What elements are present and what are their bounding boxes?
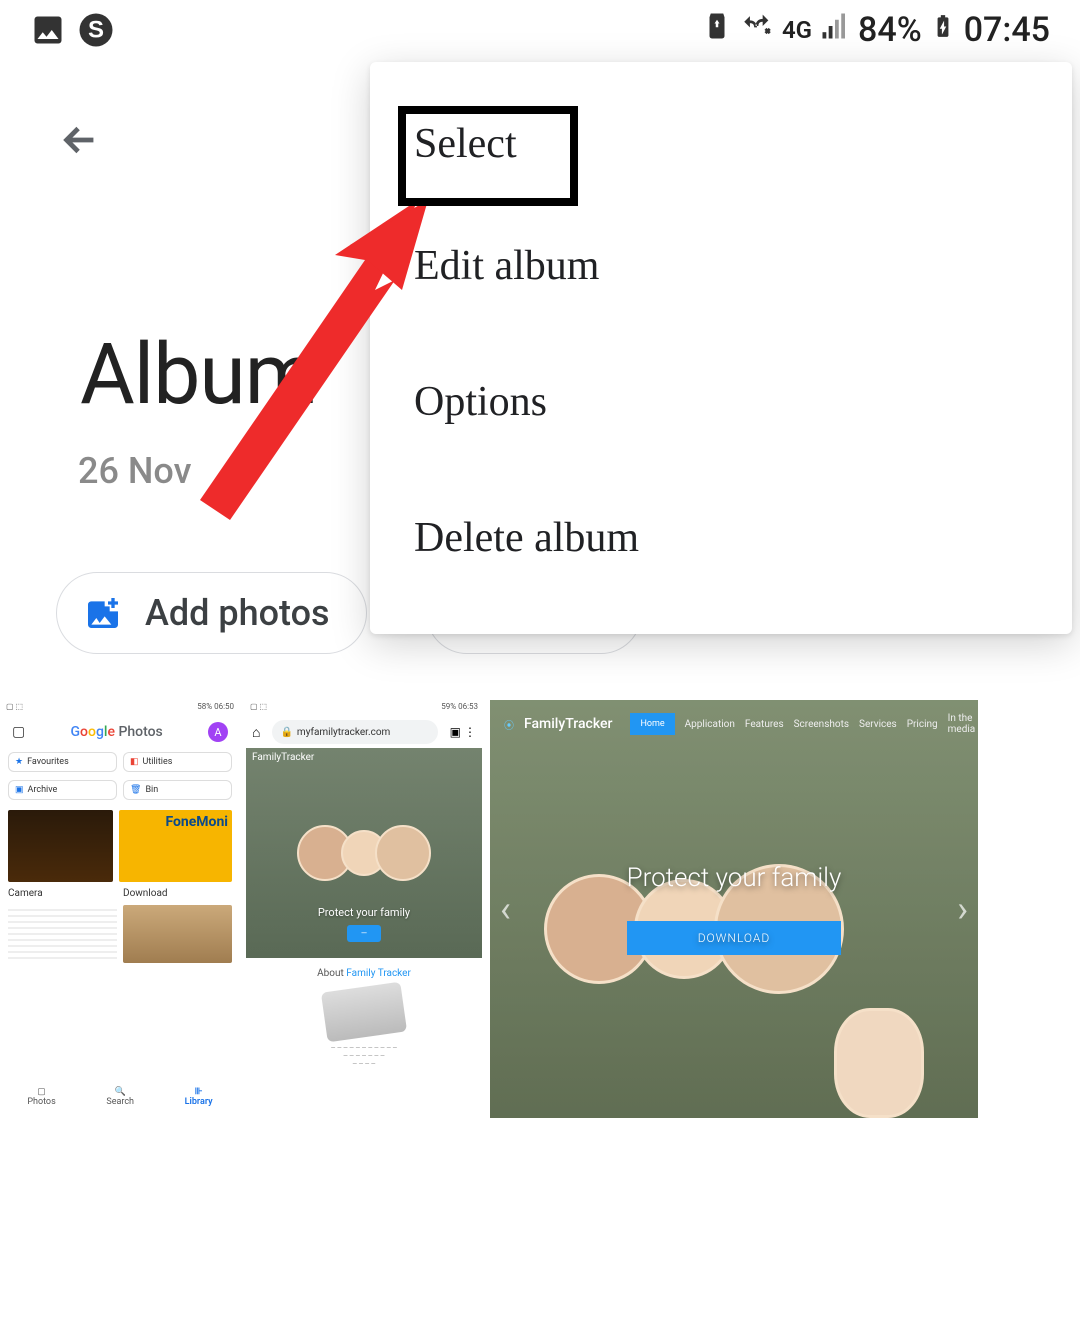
overflow-menu: Select Edit album Options Delete album	[370, 62, 1072, 634]
skype-icon: S	[78, 12, 114, 48]
battery-charging-icon	[930, 10, 956, 50]
add-photo-icon	[83, 593, 123, 633]
vibrate-icon	[740, 9, 774, 52]
status-left: S	[30, 12, 114, 48]
status-right: 4G 84% 07:45	[702, 9, 1050, 52]
t1-status-right: 58% 06:50	[197, 702, 234, 714]
recycle-icon	[702, 10, 732, 50]
network-type: 4G	[782, 16, 812, 44]
status-bar: S 4G 84% 07:45	[0, 0, 1080, 60]
t1-avatar: A	[208, 722, 228, 742]
signal-icon	[820, 10, 850, 50]
gallery-icon	[30, 12, 66, 48]
menu-item-delete-album[interactable]: Delete album	[370, 470, 1072, 606]
t1-brand: Google Photos	[70, 724, 162, 740]
photo-thumbnail-2[interactable]: ▢ ⬚59% 06:53 ⌂ 🔒myfamilytracker.com ▣ ⋮ …	[246, 700, 482, 1118]
back-button[interactable]	[55, 115, 105, 165]
battery-pct: 84%	[858, 10, 922, 50]
album-date: 26 Nov	[78, 450, 191, 492]
album-title: Album	[80, 325, 317, 424]
add-photos-button[interactable]: Add photos	[56, 572, 367, 654]
add-photos-label: Add photos	[145, 592, 330, 634]
menu-item-select[interactable]: Select	[370, 90, 1072, 198]
svg-text:S: S	[88, 17, 104, 44]
clock-time: 07:45	[964, 10, 1050, 50]
t1-bottom-nav: ▢Photos 🔍Search ⊪Library	[2, 1076, 238, 1118]
arrow-left-icon	[57, 117, 103, 163]
menu-item-options[interactable]: Options	[370, 334, 1072, 470]
t1-status-left: ▢ ⬚	[6, 702, 23, 714]
photo-thumbnail-1[interactable]: ▢ ⬚58% 06:50 ▢ Google Photos A ★Favourit…	[2, 700, 238, 1118]
menu-item-edit-album[interactable]: Edit album	[370, 198, 1072, 334]
photo-thumbnail-3[interactable]: ⦿ FamilyTracker Home Application Feature…	[490, 700, 978, 1118]
photo-grid: ▢ ⬚58% 06:50 ▢ Google Photos A ★Favourit…	[2, 700, 1078, 1118]
